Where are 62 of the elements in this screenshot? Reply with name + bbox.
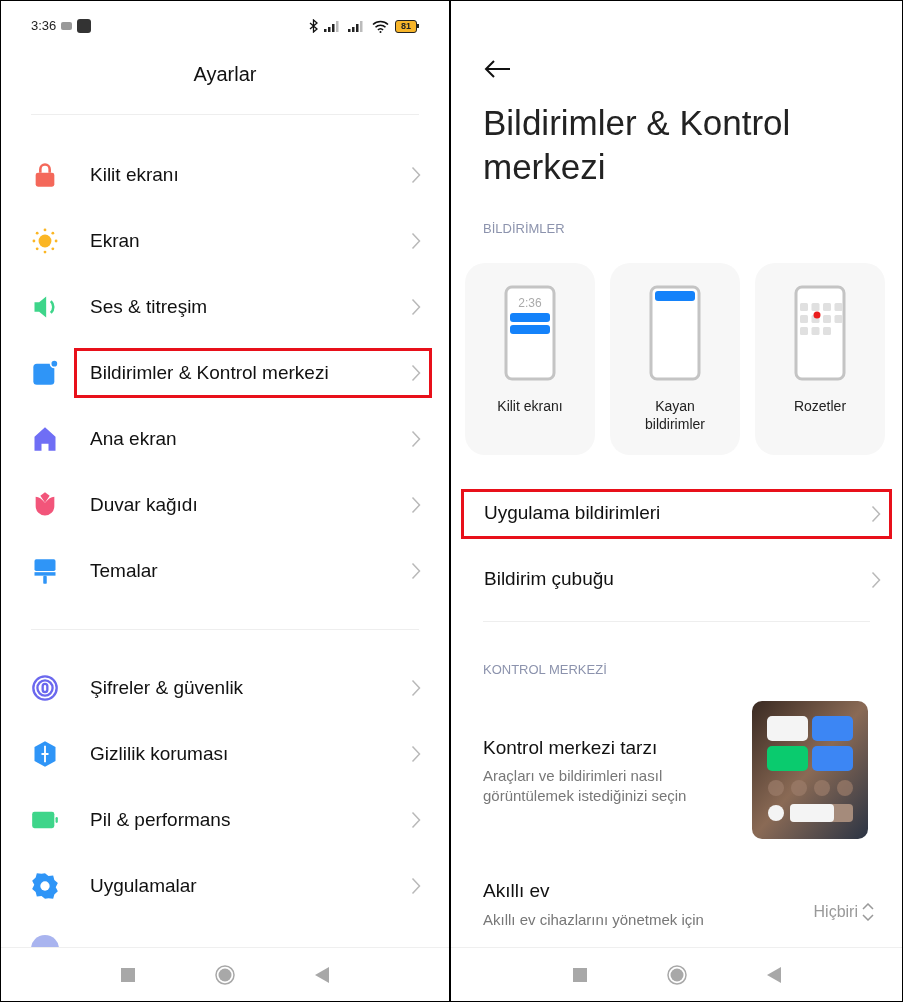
wifi-icon (372, 19, 389, 33)
chevron-icon (411, 562, 421, 580)
item-title: Kontrol merkezi tarzı (483, 735, 659, 760)
chevron-icon (411, 364, 421, 382)
settings-item[interactable]: Temalar (74, 546, 432, 596)
chevron-icon (411, 811, 421, 829)
settings-item[interactable]: Ekran (74, 216, 432, 266)
settings-item[interactable]: Uygulamalar (74, 861, 432, 911)
card-label: Kayan bildirimler (644, 396, 706, 433)
settings-item[interactable]: Şifreler & güvenlik (74, 663, 432, 713)
card-label: Rozetler (792, 396, 848, 415)
page-title: Bildirimler & Kontrol merkezi (482, 102, 792, 188)
chevron-icon (411, 877, 421, 895)
back-arrow-icon[interactable] (483, 59, 511, 79)
bluetooth-icon (309, 19, 318, 33)
notification-icon (61, 22, 73, 30)
home-button-icon[interactable] (666, 964, 687, 985)
settings-item[interactable]: Pil & performans (74, 795, 432, 845)
app-icon (77, 19, 92, 33)
control-center-preview-drawing[interactable] (752, 701, 868, 839)
up-down-icon[interactable] (862, 902, 874, 921)
back-icon[interactable] (315, 966, 329, 983)
signal-icon (324, 20, 342, 32)
settings-item[interactable]: Bildirim çubuğu (461, 554, 892, 605)
settings-item[interactable]: Kilit ekranı (74, 150, 432, 200)
section-header: KONTROL MERKEZİ (482, 660, 608, 679)
chevron-icon (871, 570, 881, 589)
item-description: Akıllı ev cihazlarını yönetmek için (483, 909, 704, 930)
settings-item[interactable]: Duvar kağıdı (74, 480, 432, 530)
recent-apps-icon[interactable] (121, 967, 135, 982)
back-icon[interactable] (766, 966, 781, 983)
fingerprint-icon (31, 674, 59, 702)
chevron-icon (411, 298, 421, 316)
chevron-icon (411, 745, 421, 763)
item-description: Araçları ve bildirimleri nasıl görüntülemek istediğinizi seçin (483, 766, 688, 807)
item-title: Akıllı ev (483, 879, 551, 903)
settings-item[interactable]: Ana ekran (74, 414, 432, 464)
notification-style-card[interactable]: 2:36 Kilit ekranı (465, 262, 595, 455)
notification-style-card[interactable]: Rozetler (755, 262, 885, 455)
battery-indicator: 81 (395, 19, 417, 33)
settings-item[interactable]: Uygulama bildirimleri (461, 488, 892, 539)
notification-style-card[interactable]: Kayan bildirimler (610, 262, 740, 455)
recent-apps-icon[interactable] (572, 967, 587, 982)
card-label: Kilit ekranı (496, 396, 564, 415)
page-title: Ayarlar (193, 62, 257, 87)
section-header: BİLDİRİMLER (482, 220, 566, 238)
chevron-icon (411, 679, 421, 697)
gear-icon (31, 872, 59, 900)
sun-icon (31, 227, 59, 255)
chevron-icon (411, 166, 421, 184)
chevron-icon (411, 496, 421, 514)
settings-item[interactable]: Bildirimler & Kontrol merkezi (74, 348, 432, 398)
signal-icon (348, 20, 366, 32)
clock: 2:36 (517, 294, 543, 312)
settings-item[interactable]: Gizlilik koruması (74, 729, 432, 779)
chevron-icon (411, 430, 421, 448)
chevron-icon (411, 232, 421, 250)
notification-icon (31, 359, 59, 387)
settings-item[interactable]: Ses & titreşim (74, 282, 432, 332)
clock: 3:36 (31, 17, 57, 36)
home-button-icon[interactable] (215, 964, 235, 985)
chevron-icon (871, 504, 881, 523)
